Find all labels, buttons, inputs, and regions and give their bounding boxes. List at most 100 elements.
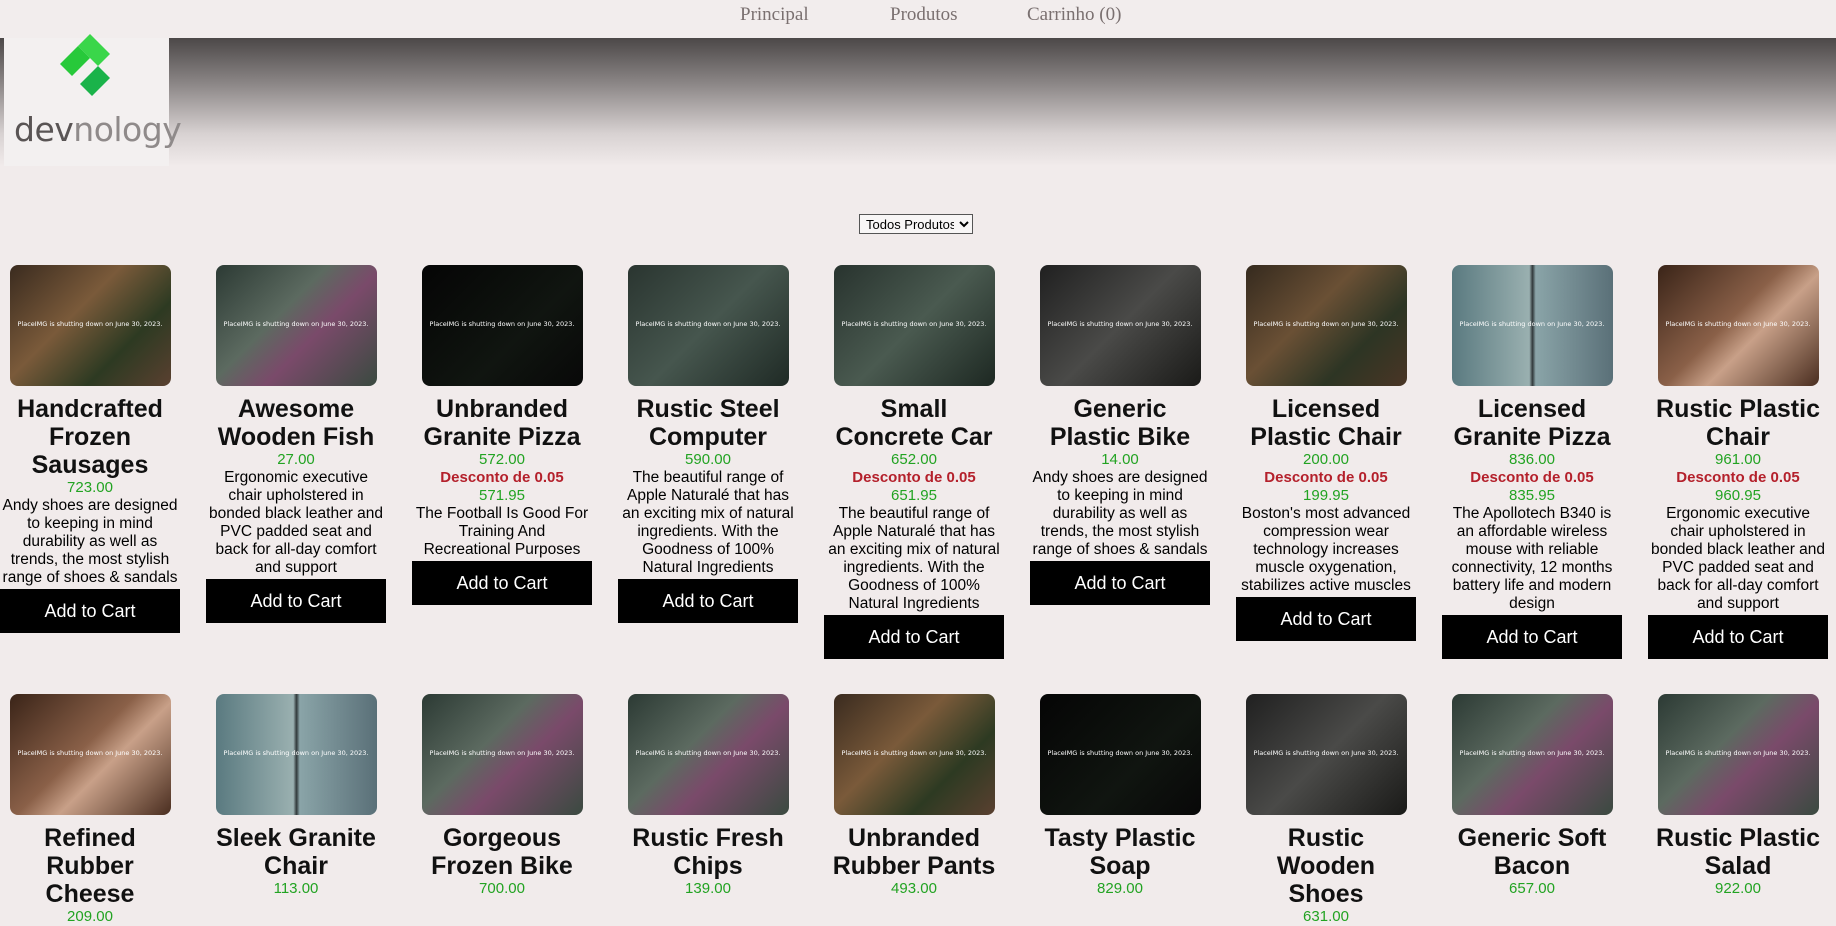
product-title: Gorgeous Frozen Bike — [431, 824, 573, 880]
product-price: 572.00 — [479, 451, 525, 468]
product-image[interactable]: PlaceIMG is shutting down on June 30, 20… — [215, 694, 377, 815]
product-title: Refined Rubber Cheese — [44, 824, 136, 908]
nav-principal[interactable]: Principal — [740, 4, 809, 26]
product-price: 14.00 — [1101, 451, 1139, 468]
placeholder-text: PlaceIMG is shutting down on June 30, 20… — [223, 320, 369, 328]
product-image[interactable]: PlaceIMG is shutting down on June 30, 20… — [1657, 694, 1819, 815]
product-title: Sleek Granite Chair — [216, 824, 376, 880]
product-title: Rustic Fresh Chips — [632, 824, 784, 880]
product-price: 209.00 — [67, 908, 113, 925]
product-price: 113.00 — [273, 880, 319, 897]
product-title: Awesome Wooden Fish — [217, 395, 375, 451]
product-image[interactable]: PlaceIMG is shutting down on June 30, 20… — [833, 694, 995, 815]
product-image[interactable]: PlaceIMG is shutting down on June 30, 20… — [833, 265, 995, 386]
product-price: 723.00 — [67, 479, 113, 496]
product-image[interactable]: PlaceIMG is shutting down on June 30, 20… — [215, 265, 377, 386]
product-price: 700.00 — [479, 880, 525, 897]
product-title: Licensed Plastic Chair — [1250, 395, 1402, 451]
product-card: PlaceIMG is shutting down on June 30, 20… — [206, 694, 386, 898]
product-image[interactable]: PlaceIMG is shutting down on June 30, 20… — [421, 265, 583, 386]
discounted-price: 571.95 — [479, 487, 525, 504]
product-description: Andy shoes are designed to keeping in mi… — [1032, 469, 1208, 558]
product-description: The beautiful range of Apple Naturalé th… — [828, 505, 1000, 612]
product-price: 657.00 — [1509, 880, 1555, 897]
discounted-price: 835.95 — [1509, 487, 1555, 504]
product-card: PlaceIMG is shutting down on June 30, 20… — [1442, 265, 1622, 659]
product-description: The Football Is Good For Training And Re… — [415, 505, 589, 558]
product-image[interactable]: PlaceIMG is shutting down on June 30, 20… — [627, 694, 789, 815]
product-card: PlaceIMG is shutting down on June 30, 20… — [0, 694, 180, 926]
product-card: PlaceIMG is shutting down on June 30, 20… — [412, 694, 592, 898]
add-to-cart-button[interactable]: Add to Cart — [1442, 615, 1622, 659]
product-image[interactable]: PlaceIMG is shutting down on June 30, 20… — [9, 265, 171, 386]
logo-text: devnology — [14, 110, 182, 149]
nav-produtos[interactable]: Produtos — [890, 4, 958, 26]
product-description: The beautiful range of Apple Naturalé th… — [622, 469, 794, 576]
product-title: Licensed Granite Pizza — [1453, 395, 1611, 451]
placeholder-text: PlaceIMG is shutting down on June 30, 20… — [1047, 749, 1193, 757]
product-image[interactable]: PlaceIMG is shutting down on June 30, 20… — [1451, 265, 1613, 386]
placeholder-text: PlaceIMG is shutting down on June 30, 20… — [635, 749, 781, 757]
product-price: 590.00 — [685, 451, 731, 468]
discounted-price: 199.95 — [1303, 487, 1349, 504]
placeholder-text: PlaceIMG is shutting down on June 30, 20… — [17, 749, 163, 757]
product-image[interactable]: PlaceIMG is shutting down on June 30, 20… — [1451, 694, 1613, 815]
product-price: 652.00 — [891, 451, 937, 468]
category-filter-select[interactable]: Todos Produtos — [859, 214, 973, 234]
product-image[interactable]: PlaceIMG is shutting down on June 30, 20… — [1245, 265, 1407, 386]
product-image[interactable]: PlaceIMG is shutting down on June 30, 20… — [1039, 265, 1201, 386]
product-image[interactable]: PlaceIMG is shutting down on June 30, 20… — [627, 265, 789, 386]
product-title: Handcrafted Frozen Sausages — [17, 395, 163, 479]
add-to-cart-button[interactable]: Add to Cart — [1648, 615, 1828, 659]
product-price: 829.00 — [1097, 880, 1143, 897]
product-price: 836.00 — [1509, 451, 1555, 468]
top-nav: Principal Produtos Carrinho (0) — [0, 0, 1836, 38]
product-image[interactable]: PlaceIMG is shutting down on June 30, 20… — [1245, 694, 1407, 815]
product-card: PlaceIMG is shutting down on June 30, 20… — [618, 694, 798, 898]
discount-label: Desconto de 0.05 — [1470, 469, 1594, 486]
product-price: 139.00 — [685, 880, 731, 897]
add-to-cart-button[interactable]: Add to Cart — [824, 615, 1004, 659]
nav-carrinho[interactable]: Carrinho (0) — [1027, 4, 1121, 26]
add-to-cart-button[interactable]: Add to Cart — [1030, 561, 1210, 605]
product-card: PlaceIMG is shutting down on June 30, 20… — [1030, 694, 1210, 898]
product-title: Generic Soft Bacon — [1457, 824, 1607, 880]
placeholder-text: PlaceIMG is shutting down on June 30, 20… — [223, 749, 369, 757]
discount-label: Desconto de 0.05 — [1264, 469, 1388, 486]
add-to-cart-button[interactable]: Add to Cart — [618, 579, 798, 623]
placeholder-text: PlaceIMG is shutting down on June 30, 20… — [429, 749, 575, 757]
placeholder-text: PlaceIMG is shutting down on June 30, 20… — [1459, 320, 1605, 328]
discounted-price: 651.95 — [891, 487, 937, 504]
product-image[interactable]: PlaceIMG is shutting down on June 30, 20… — [421, 694, 583, 815]
product-card: PlaceIMG is shutting down on June 30, 20… — [824, 265, 1004, 659]
add-to-cart-button[interactable]: Add to Cart — [1236, 597, 1416, 641]
product-price: 631.00 — [1303, 908, 1349, 925]
product-price: 27.00 — [277, 451, 315, 468]
logo[interactable]: devnology — [4, 34, 182, 166]
add-to-cart-button[interactable]: Add to Cart — [206, 579, 386, 623]
add-to-cart-button[interactable]: Add to Cart — [0, 589, 180, 633]
discount-label: Desconto de 0.05 — [852, 469, 976, 486]
product-card: PlaceIMG is shutting down on June 30, 20… — [1648, 265, 1828, 659]
add-to-cart-button[interactable]: Add to Cart — [412, 561, 592, 605]
product-description: Boston's most advanced compression wear … — [1241, 505, 1411, 594]
placeholder-text: PlaceIMG is shutting down on June 30, 20… — [841, 749, 987, 757]
product-card: PlaceIMG is shutting down on June 30, 20… — [1648, 694, 1828, 898]
placeholder-text: PlaceIMG is shutting down on June 30, 20… — [429, 320, 575, 328]
product-title: Rustic Plastic Salad — [1656, 824, 1820, 880]
discount-label: Desconto de 0.05 — [440, 469, 564, 486]
product-image[interactable]: PlaceIMG is shutting down on June 30, 20… — [1039, 694, 1201, 815]
product-card: PlaceIMG is shutting down on June 30, 20… — [618, 265, 798, 623]
placeholder-text: PlaceIMG is shutting down on June 30, 20… — [1253, 320, 1399, 328]
logo-diamond-icon — [60, 34, 110, 96]
product-image[interactable]: PlaceIMG is shutting down on June 30, 20… — [9, 694, 171, 815]
product-card: PlaceIMG is shutting down on June 30, 20… — [0, 265, 180, 633]
product-price: 961.00 — [1715, 451, 1761, 468]
placeholder-text: PlaceIMG is shutting down on June 30, 20… — [635, 320, 781, 328]
product-description: Ergonomic executive chair upholstered in… — [208, 469, 384, 576]
placeholder-text: PlaceIMG is shutting down on June 30, 20… — [1253, 749, 1399, 757]
product-price: 493.00 — [891, 880, 937, 897]
product-card: PlaceIMG is shutting down on June 30, 20… — [206, 265, 386, 623]
product-image[interactable]: PlaceIMG is shutting down on June 30, 20… — [1657, 265, 1819, 386]
product-description: Andy shoes are designed to keeping in mi… — [2, 497, 178, 586]
